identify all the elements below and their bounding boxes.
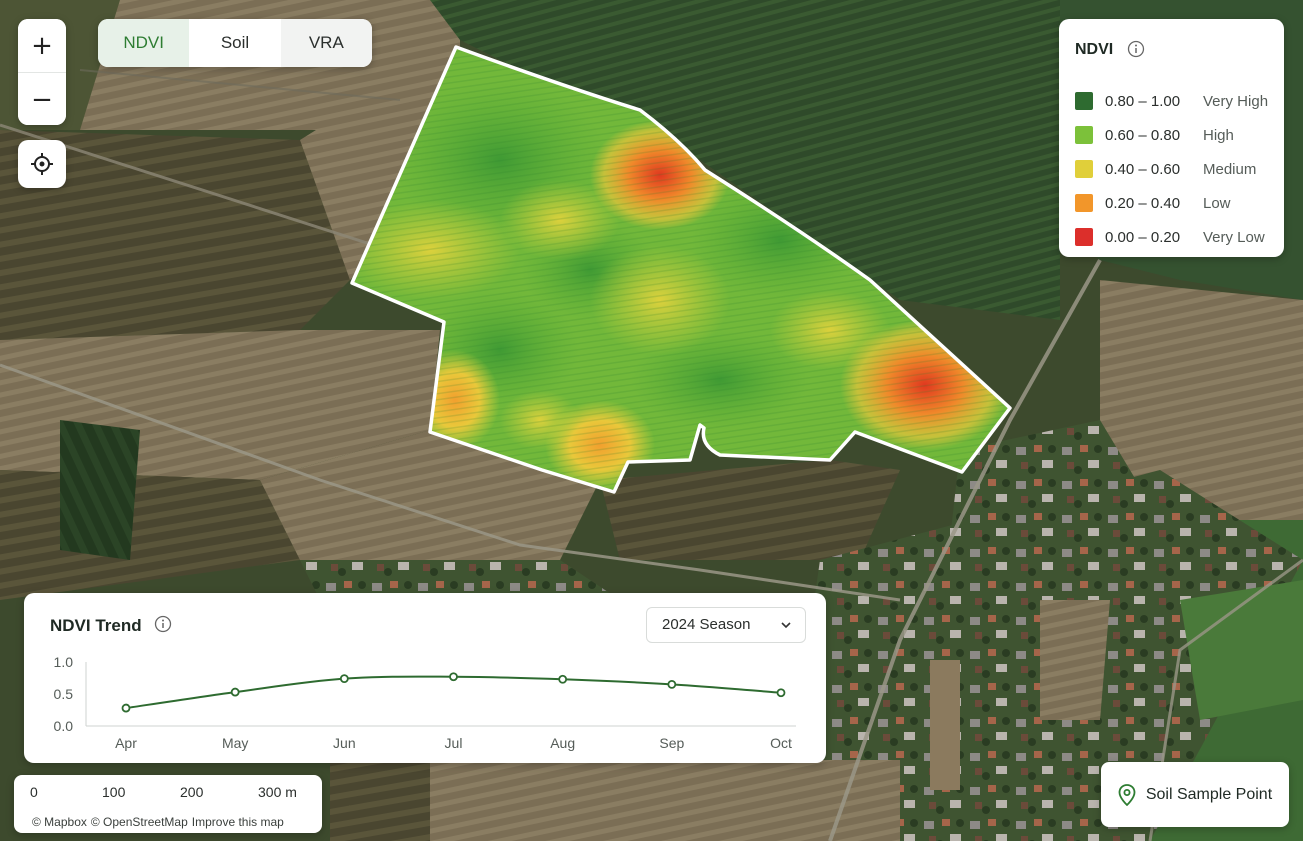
info-icon[interactable] xyxy=(154,615,172,633)
legend-level: High xyxy=(1203,126,1234,144)
x-tick-label: May xyxy=(222,735,248,751)
legend-item: 0.40 – 0.60 Medium xyxy=(1075,159,1256,179)
x-tick-label: Oct xyxy=(770,735,792,751)
info-icon[interactable] xyxy=(1127,40,1145,58)
tab-ndvi[interactable]: NDVI xyxy=(98,19,190,67)
legend-swatch xyxy=(1075,126,1093,144)
y-tick-label: 1.0 xyxy=(54,654,74,670)
osm-attribution-link[interactable]: © OpenStreetMap xyxy=(91,815,188,829)
map-attribution: © Mapbox © OpenStreetMap Improve this map xyxy=(32,815,288,829)
scale-tick: 100 xyxy=(102,784,126,800)
scale-tick: 0 xyxy=(30,784,38,800)
legend-range: 0.20 – 0.40 xyxy=(1105,194,1181,212)
data-point xyxy=(339,674,349,684)
trend-title: NDVI Trend xyxy=(50,616,142,635)
soil-sample-point-button[interactable]: Soil Sample Point xyxy=(1101,762,1289,827)
legend-range: 0.00 – 0.20 xyxy=(1105,228,1181,246)
data-point xyxy=(230,687,240,697)
data-point xyxy=(449,672,458,682)
season-select[interactable]: 2024 Season xyxy=(646,607,806,643)
legend-level: Medium xyxy=(1203,160,1257,178)
zoom-controls: + − xyxy=(18,19,66,125)
x-tick-label: Jul xyxy=(445,735,463,751)
x-tick-label: Apr xyxy=(115,735,137,751)
legend-level: Low xyxy=(1203,194,1231,212)
legend-swatch xyxy=(1075,92,1093,110)
tab-vra[interactable]: VRA xyxy=(280,19,372,67)
x-tick-label: Sep xyxy=(659,735,684,751)
y-tick-label: 0.0 xyxy=(54,718,74,734)
legend-item: 0.60 – 0.80 High xyxy=(1075,125,1234,145)
data-point xyxy=(667,680,677,689)
scale-tick: 200 xyxy=(180,784,204,800)
layer-tabs: NDVI Soil VRA xyxy=(98,19,372,67)
legend-swatch xyxy=(1075,160,1093,178)
legend-level: Very High xyxy=(1203,92,1269,110)
zoom-in-button[interactable]: + xyxy=(18,19,66,72)
tab-soil[interactable]: Soil xyxy=(189,19,281,67)
legend-title: NDVI xyxy=(1075,41,1114,58)
legend-range: 0.60 – 0.80 xyxy=(1105,126,1181,144)
legend-swatch xyxy=(1075,194,1093,212)
season-select-value: 2024 Season xyxy=(662,616,751,633)
chevron-down-icon xyxy=(781,622,791,629)
locate-button[interactable] xyxy=(18,140,66,188)
ndvi-legend: NDVI 0.80 – 1.00 Very High 0.60 – 0.80 High… xyxy=(1059,19,1284,257)
improve-map-link[interactable]: Improve this map xyxy=(192,815,284,829)
legend-item: 0.80 – 1.00 Very High xyxy=(1075,91,1268,111)
ndvi-trend-panel: 1.0 0.5 0.0 Apr May Jun Jul Aug Sep Oct NDVI Tren… xyxy=(24,593,826,763)
data-point xyxy=(558,674,568,684)
map-pin-icon xyxy=(1118,783,1136,806)
crosshair-icon xyxy=(31,153,53,175)
y-tick-label: 0.5 xyxy=(54,686,74,702)
legend-level: Very Low xyxy=(1203,228,1265,246)
legend-item: 0.00 – 0.20 Very Low xyxy=(1075,227,1265,247)
mapbox-attribution-link[interactable]: © Mapbox xyxy=(32,815,87,829)
scale-bar: 0 100 200 300 m © Mapbox © OpenStreetMap I… xyxy=(14,775,322,833)
legend-range: 0.40 – 0.60 xyxy=(1105,160,1181,178)
x-tick-label: Jun xyxy=(333,735,356,751)
zoom-out-button[interactable]: − xyxy=(18,73,66,125)
soil-sample-point-label: Soil Sample Point xyxy=(1145,785,1273,803)
x-tick-label: Aug xyxy=(550,735,575,751)
data-point xyxy=(121,703,131,713)
scale-tick: 300 m xyxy=(258,784,297,800)
legend-swatch xyxy=(1075,228,1093,246)
ndvi-trend-line xyxy=(125,675,782,710)
data-point xyxy=(776,688,786,698)
legend-range: 0.80 – 1.00 xyxy=(1105,92,1181,110)
legend-item: 0.20 – 0.40 Low xyxy=(1075,193,1231,213)
